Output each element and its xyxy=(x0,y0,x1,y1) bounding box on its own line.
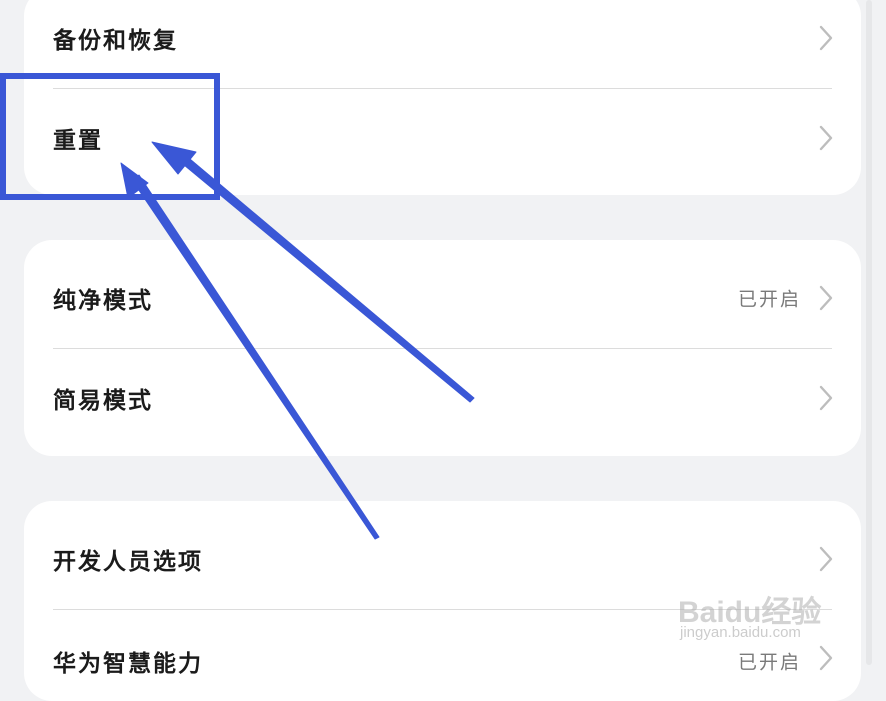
settings-row-pure-mode[interactable]: 纯净模式 已开启 xyxy=(24,248,861,348)
scrollbar[interactable] xyxy=(866,0,872,665)
row-label: 重置 xyxy=(53,128,103,154)
chevron-right-icon xyxy=(819,25,833,51)
settings-row-simple-mode[interactable]: 简易模式 xyxy=(24,348,861,448)
row-status: 已开启 xyxy=(737,651,801,674)
settings-row-backup-restore[interactable]: 备份和恢复 xyxy=(24,0,861,88)
chevron-right-icon xyxy=(819,385,833,411)
chevron-right-icon xyxy=(819,546,833,572)
chevron-right-icon xyxy=(819,125,833,151)
settings-row-huawei-ai[interactable]: 华为智慧能力 已开启 xyxy=(24,609,861,701)
row-label: 备份和恢复 xyxy=(53,28,178,54)
settings-card-system: 备份和恢复 重置 xyxy=(24,0,861,195)
settings-card-modes: 纯净模式 已开启 简易模式 xyxy=(24,240,861,456)
row-status: 已开启 xyxy=(737,288,801,311)
chevron-right-icon xyxy=(819,285,833,311)
settings-row-developer-options[interactable]: 开发人员选项 xyxy=(24,509,861,609)
settings-card-developer: 开发人员选项 华为智慧能力 已开启 xyxy=(24,501,861,701)
row-label: 简易模式 xyxy=(53,388,153,414)
settings-row-reset[interactable]: 重置 xyxy=(24,88,861,188)
row-label: 开发人员选项 xyxy=(53,549,203,575)
row-label: 华为智慧能力 xyxy=(53,651,203,677)
chevron-right-icon xyxy=(819,645,833,671)
row-label: 纯净模式 xyxy=(53,288,153,314)
